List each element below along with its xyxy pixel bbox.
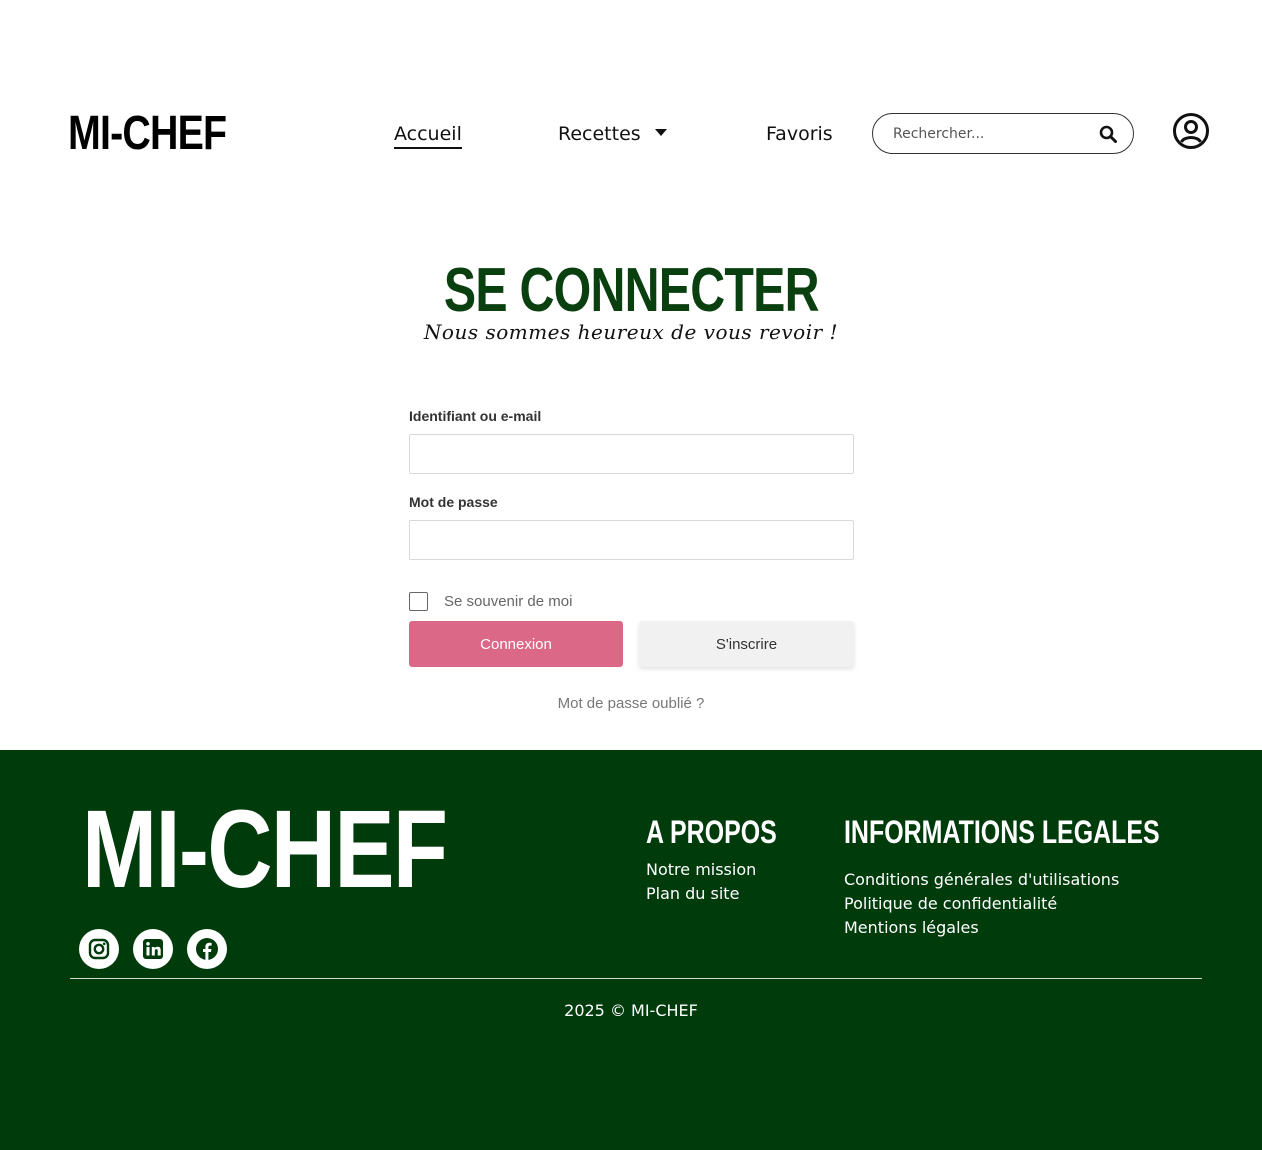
nav-recettes-label: Recettes <box>558 123 641 145</box>
nav-accueil[interactable]: Accueil <box>394 122 462 149</box>
identifier-label: Identifiant ou e-mail <box>409 408 542 424</box>
page-title-text: SE CONNECTER <box>443 256 820 325</box>
nav-favoris[interactable]: Favoris <box>766 122 833 146</box>
linkedin-icon[interactable] <box>133 929 173 969</box>
copyright: 2025 © MI-CHEF <box>564 1001 698 1020</box>
page-subtitle: Nous sommes heureux de vous revoir ! <box>423 320 839 344</box>
footer-link-mission[interactable]: Notre mission <box>646 860 756 879</box>
register-button[interactable]: S'inscrire <box>639 621 854 667</box>
footer-heading-legal: INFORMATIONS LEGALES <box>844 814 1160 850</box>
password-label: Mot de passe <box>409 494 498 510</box>
forgot-password-link[interactable]: Mot de passe oublié ? <box>0 695 1262 712</box>
footer-heading-about: A PROPOS <box>646 814 777 850</box>
identifier-field[interactable] <box>409 434 854 474</box>
login-button[interactable]: Connexion <box>409 621 623 667</box>
page-title: SE CONNECTER <box>0 255 1262 327</box>
remember-checkbox[interactable] <box>409 592 428 611</box>
search-box <box>872 113 1134 154</box>
remember-label: Se souvenir de moi <box>444 593 573 610</box>
nav-recettes[interactable]: Recettes <box>558 122 667 146</box>
remember-me[interactable]: Se souvenir de moi <box>409 592 572 611</box>
footer-logo: MI-CHEF <box>82 788 448 911</box>
footer-link-privacy[interactable]: Politique de confidentialité <box>844 894 1057 913</box>
footer-link-cgu[interactable]: Conditions générales d'utilisations <box>844 870 1119 889</box>
footer-link-legal-notice[interactable]: Mentions légales <box>844 918 979 937</box>
footer-divider <box>70 978 1202 979</box>
search-icon[interactable] <box>1099 125 1117 143</box>
caret-down-icon <box>654 129 667 136</box>
user-account-icon[interactable] <box>1172 112 1210 150</box>
search-input[interactable] <box>893 125 1099 142</box>
facebook-icon[interactable] <box>187 929 227 969</box>
footer-link-sitemap[interactable]: Plan du site <box>646 884 739 903</box>
site-footer: MI-CHEF A PROPOS Notre mission Plan du s… <box>0 750 1262 1150</box>
site-logo[interactable]: MI-CHEF <box>68 108 227 160</box>
site-header: MI-CHEF Accueil Recettes Favoris <box>0 0 1262 220</box>
password-field[interactable] <box>409 520 854 560</box>
instagram-icon[interactable] <box>79 929 119 969</box>
